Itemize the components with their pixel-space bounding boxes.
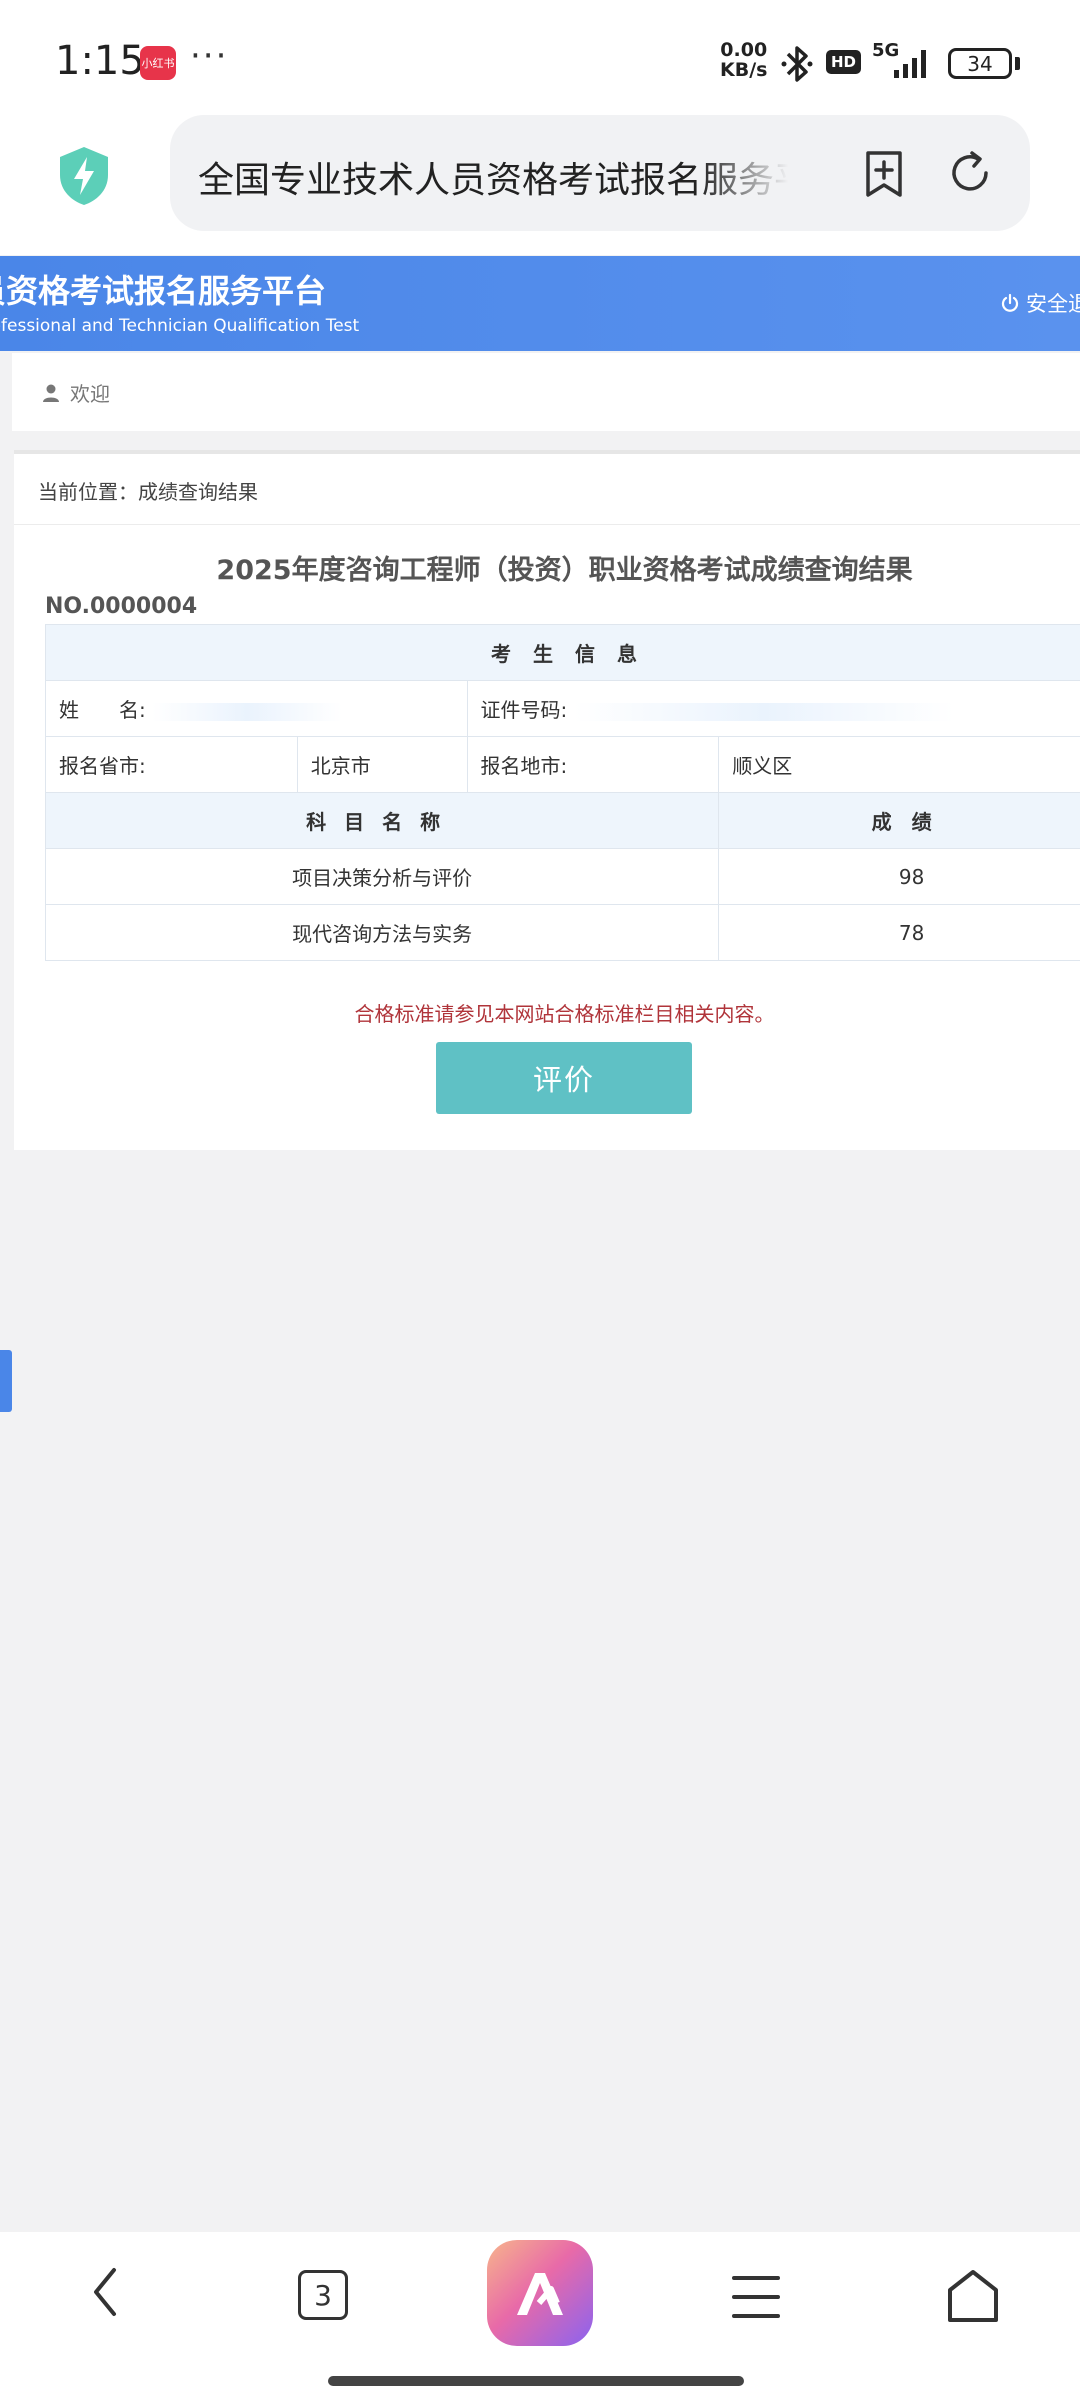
status-bar: 1:15 小红书 ··· 0.00 KB/s HD 5G 34 bbox=[0, 0, 1080, 115]
name-label: 姓 名: bbox=[59, 698, 146, 722]
welcome-message: 欢迎 bbox=[42, 378, 110, 407]
bluetooth-icon bbox=[781, 46, 813, 82]
subject-name: 现代咨询方法与实务 bbox=[44, 904, 720, 961]
site-header: 员资格考试报名服务平台 rofessional and Technician Q… bbox=[0, 256, 1080, 351]
ai-assistant-button[interactable] bbox=[487, 2240, 593, 2346]
table-row: 姓 名: 证件号码: bbox=[45, 680, 1080, 737]
site-subtitle: rofessional and Technician Qualification… bbox=[0, 316, 360, 336]
security-shield-icon[interactable] bbox=[56, 145, 112, 207]
name-cell: 姓 名: bbox=[45, 680, 468, 737]
xiaohongshu-icon: 小红书 bbox=[140, 46, 176, 80]
divider bbox=[14, 524, 1080, 525]
home-indicator[interactable] bbox=[328, 2376, 744, 2386]
breadcrumb: 当前位置：成绩查询结果 bbox=[38, 480, 258, 504]
menu-icon[interactable] bbox=[730, 2272, 782, 2322]
back-icon[interactable] bbox=[84, 2262, 128, 2322]
hd-icon: HD bbox=[826, 50, 862, 74]
net-speed-unit: KB/s bbox=[720, 59, 768, 81]
logout-link[interactable]: 安全退出 bbox=[1000, 288, 1080, 318]
subject-column-header: 科目名称 bbox=[44, 792, 720, 849]
score-table: 考生信息 姓 名: 证件号码: 报名省市: 北京市 报名地市: 顺义区 科目名称… bbox=[44, 624, 1080, 961]
battery-icon: 34 bbox=[948, 48, 1012, 79]
user-icon bbox=[43, 384, 59, 402]
logout-label[interactable]: 安全退出 bbox=[1026, 288, 1080, 318]
signal-icon bbox=[894, 50, 926, 78]
home-icon[interactable] bbox=[946, 2268, 1000, 2324]
status-time: 1:15 bbox=[55, 38, 145, 84]
province-label: 报名省市: bbox=[45, 736, 298, 793]
bottom-navigation: 3 bbox=[0, 2232, 1080, 2400]
subject-name: 项目决策分析与评价 bbox=[44, 848, 720, 905]
table-row: 报名省市: 北京市 报名地市: 顺义区 bbox=[45, 736, 1080, 793]
address-bar[interactable]: 全国专业技术人员资格考试报名服务平台 bbox=[170, 115, 1030, 231]
welcome-label: 欢迎 bbox=[70, 382, 110, 406]
battery-tip bbox=[1015, 57, 1020, 70]
page-title-in-address-bar[interactable]: 全国专业技术人员资格考试报名服务平台 bbox=[198, 151, 788, 203]
more-notifications-icon: ··· bbox=[190, 36, 229, 76]
area-value: 顺义区 bbox=[718, 736, 1080, 793]
id-label: 证件号码: bbox=[480, 698, 568, 722]
redacted-name bbox=[152, 702, 343, 721]
refresh-icon[interactable] bbox=[946, 149, 994, 197]
table-row: 项目决策分析与评价 98 bbox=[44, 848, 1080, 905]
subject-score: 98 bbox=[718, 848, 1080, 905]
subject-score: 78 bbox=[718, 904, 1080, 961]
table-row: 科目名称 成绩 bbox=[44, 792, 1080, 849]
table-row: 现代咨询方法与实务 78 bbox=[44, 904, 1080, 961]
net-speed: 0.00 KB/s bbox=[720, 40, 767, 80]
rate-button[interactable]: 评价 bbox=[436, 1042, 692, 1114]
result-title: 2025年度咨询工程师（投资）职业资格考试成绩查询结果 bbox=[216, 555, 913, 586]
power-icon bbox=[1001, 293, 1019, 312]
add-bookmark-icon[interactable] bbox=[862, 149, 906, 199]
tabs-button[interactable]: 3 bbox=[298, 2270, 348, 2320]
score-column-header: 成绩 bbox=[718, 792, 1080, 849]
area-label: 报名地市: bbox=[466, 736, 720, 793]
net-speed-value: 0.00 bbox=[720, 39, 768, 61]
content-panel: 当前位置：成绩查询结果 2025年度咨询工程师（投资）职业资格考试成绩查询结果 … bbox=[14, 450, 1080, 1150]
pass-standard-note: 合格标准请参见本网站合格标准栏目相关内容。 bbox=[354, 1002, 775, 1026]
tabs-count[interactable]: 3 bbox=[298, 2270, 348, 2320]
site-title: 员资格考试报名服务平台 bbox=[0, 272, 327, 310]
table-row: 考生信息 bbox=[45, 624, 1080, 681]
ai-assistant-icon bbox=[517, 2273, 563, 2315]
side-drawer-tab[interactable] bbox=[0, 1350, 12, 1412]
candidate-info-header: 考生信息 bbox=[45, 624, 1080, 681]
id-cell: 证件号码: bbox=[466, 680, 1080, 737]
province-value: 北京市 bbox=[296, 736, 468, 793]
welcome-bar: 欢迎 bbox=[12, 353, 1080, 431]
browser-toolbar: 全国专业技术人员资格考试报名服务平台 bbox=[0, 115, 1080, 255]
certificate-number: NO.0000004 bbox=[45, 594, 198, 619]
battery-level: 34 bbox=[967, 51, 993, 76]
redacted-id bbox=[573, 702, 954, 721]
